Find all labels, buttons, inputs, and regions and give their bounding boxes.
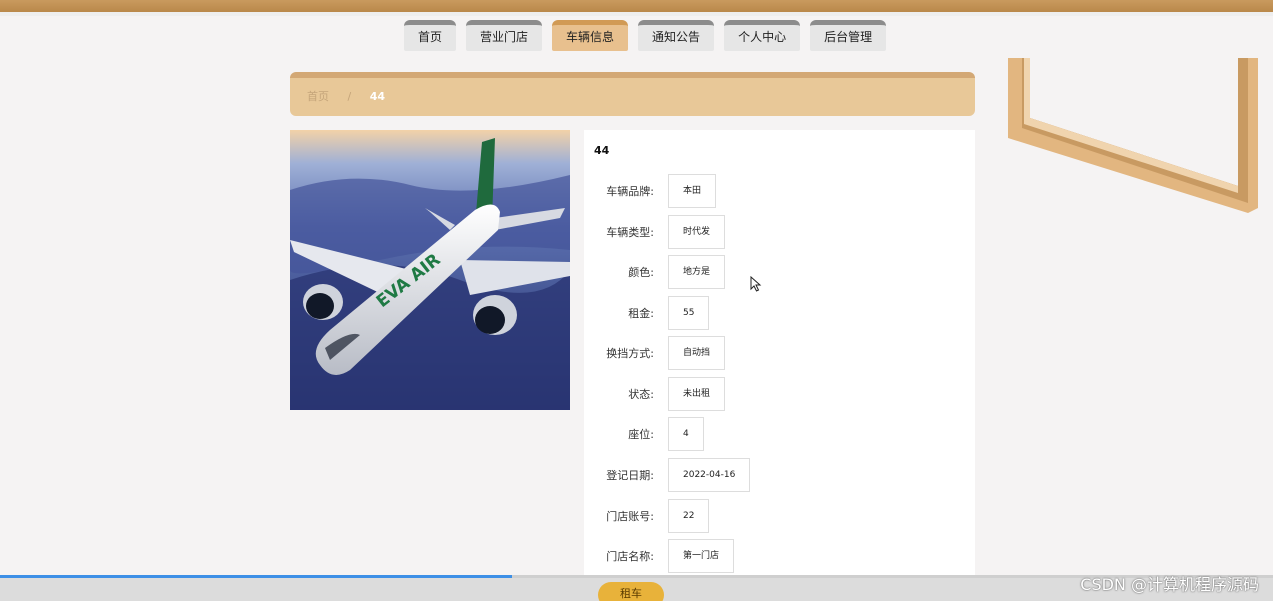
rent-button[interactable]: 租车 (598, 582, 664, 601)
field-label: 状态: (628, 388, 654, 401)
field-store-name: 门店名称: 第一门店 (584, 539, 735, 573)
main-nav: 首页 营业门店 车辆信息 通知公告 个人中心 后台管理 (404, 20, 887, 52)
field-label: 门店名称: (606, 550, 654, 563)
breadcrumb-current: 44 (369, 90, 386, 103)
field-value: 第一门店 (668, 539, 735, 573)
mouse-cursor-icon (750, 276, 762, 292)
field-label: 换挡方式: (606, 347, 654, 360)
field-register-date: 登记日期: 2022-04-16 (584, 458, 751, 492)
nav-item-stores[interactable]: 营业门店 (466, 20, 543, 51)
field-label: 租金: (628, 307, 654, 320)
field-label: 车辆类型: (606, 226, 654, 239)
field-value: 4 (668, 417, 704, 451)
field-label: 座位: (628, 428, 654, 441)
progress-fill (0, 575, 512, 578)
breadcrumb-home-link[interactable]: 首页 (307, 90, 329, 103)
field-rent: 租金: 55 (584, 296, 710, 330)
field-transmission: 换挡方式: 自动挡 (584, 336, 726, 370)
decorative-frame (1008, 58, 1258, 213)
nav-item-profile[interactable]: 个人中心 (724, 20, 801, 51)
nav-item-home[interactable]: 首页 (404, 20, 457, 51)
field-value: 地方是 (668, 255, 726, 289)
field-type: 车辆类型: 时代发 (584, 215, 726, 249)
top-accent-bar (0, 0, 1273, 12)
field-label: 颜色: (628, 266, 654, 279)
nav-item-vehicles[interactable]: 车辆信息 (552, 20, 629, 51)
field-brand: 车辆品牌: 本田 (584, 174, 717, 208)
field-status: 状态: 未出租 (584, 377, 726, 411)
nav-item-admin[interactable]: 后台管理 (810, 20, 887, 51)
field-value: 未出租 (668, 377, 726, 411)
nav-item-notices[interactable]: 通知公告 (638, 20, 715, 51)
vehicle-title: 44 (594, 144, 610, 157)
vehicle-detail-panel: 44 车辆品牌: 本田 车辆类型: 时代发 颜色: 地方是 租金: 55 换挡方… (584, 130, 975, 580)
field-value: 本田 (668, 174, 717, 208)
field-label: 登记日期: (606, 469, 654, 482)
vehicle-photo: EVA AIR (290, 130, 570, 410)
field-value: 时代发 (668, 215, 726, 249)
airplane-image: EVA AIR (290, 130, 570, 410)
field-value: 22 (668, 499, 710, 533)
top-accent-shadow (0, 12, 1273, 16)
field-label: 车辆品牌: (606, 185, 654, 198)
field-color: 颜色: 地方是 (584, 255, 726, 289)
breadcrumb: 首页 / 44 (290, 72, 975, 116)
field-store-account: 门店账号: 22 (584, 499, 710, 533)
field-value: 2022-04-16 (668, 458, 751, 492)
field-value: 自动挡 (668, 336, 726, 370)
field-label: 门店账号: (606, 510, 654, 523)
field-seats: 座位: 4 (584, 417, 704, 451)
breadcrumb-separator: / (347, 90, 352, 103)
field-value: 55 (668, 296, 710, 330)
watermark: CSDN @计算机程序源码 (1080, 575, 1259, 594)
